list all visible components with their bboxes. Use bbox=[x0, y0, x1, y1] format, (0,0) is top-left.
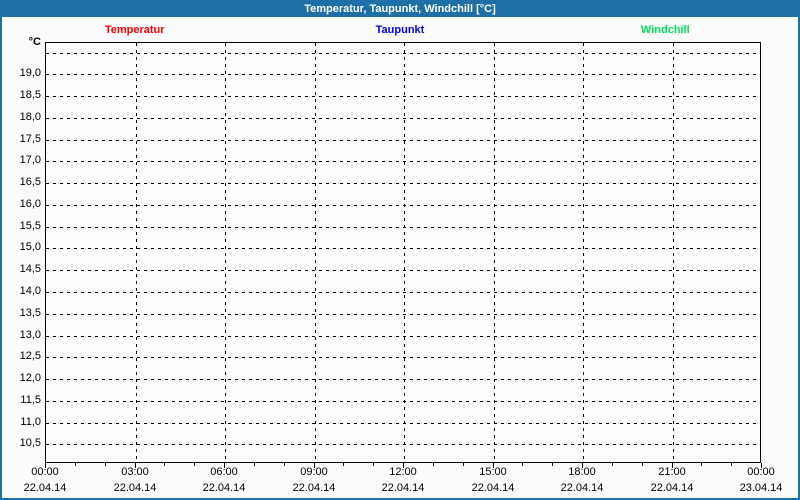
x-tick-time-label: 12:00 bbox=[371, 466, 435, 479]
x-tick-time-label: 18:00 bbox=[550, 466, 614, 479]
x-tick-date-label: 22.04.14 bbox=[103, 482, 167, 495]
y-tick-label: 14,0 bbox=[3, 284, 41, 298]
y-tick-label: 19,0 bbox=[3, 66, 41, 80]
legend-item-windchill: Windchill bbox=[533, 24, 798, 36]
y-gridline bbox=[46, 423, 760, 424]
y-tick-label: 10,5 bbox=[3, 436, 41, 450]
y-tick-label: 16,0 bbox=[3, 197, 41, 211]
chart-window: Temperatur, Taupunkt, Windchill [°C] Tem… bbox=[0, 0, 800, 500]
x-tick-time-label: 09:00 bbox=[282, 466, 346, 479]
y-tick-label: 18,0 bbox=[3, 110, 41, 124]
plot-area bbox=[45, 42, 761, 463]
legend-item-temperatur: Temperatur bbox=[2, 24, 267, 36]
x-tick-time-label: 00:00 bbox=[729, 466, 793, 479]
x-tick-date-label: 22.04.14 bbox=[13, 482, 77, 495]
legend: TemperaturTaupunktWindchill bbox=[2, 19, 798, 40]
y-tick-label: 15,5 bbox=[3, 219, 41, 233]
window-title: Temperatur, Taupunkt, Windchill [°C] bbox=[2, 2, 798, 17]
y-tick-label: 12,5 bbox=[3, 349, 41, 363]
y-gridline bbox=[46, 336, 760, 337]
x-tick-time-label: 00:00 bbox=[13, 466, 77, 479]
y-tick-label: 18,5 bbox=[3, 88, 41, 102]
y-gridline bbox=[46, 314, 760, 315]
y-gridline bbox=[46, 53, 760, 54]
x-tick-time-label: 21:00 bbox=[640, 466, 704, 479]
y-gridline bbox=[46, 96, 760, 97]
y-tick-label: 11,5 bbox=[3, 393, 41, 407]
y-gridline bbox=[46, 401, 760, 402]
x-gridline bbox=[494, 43, 495, 462]
y-tick-label: 14,5 bbox=[3, 262, 41, 276]
y-gridline bbox=[46, 357, 760, 358]
legend-item-taupunkt: Taupunkt bbox=[267, 24, 532, 36]
y-gridline bbox=[46, 379, 760, 380]
x-tick-date-label: 22.04.14 bbox=[461, 482, 525, 495]
x-tick-date-label: 23.04.14 bbox=[729, 482, 793, 495]
x-gridline bbox=[225, 43, 226, 462]
x-tick-time-label: 03:00 bbox=[103, 466, 167, 479]
y-tick-label: 17,0 bbox=[3, 153, 41, 167]
y-gridline bbox=[46, 140, 760, 141]
y-tick-label: 16,5 bbox=[3, 175, 41, 189]
y-tick-label: 17,5 bbox=[3, 132, 41, 146]
y-gridline bbox=[46, 292, 760, 293]
x-tick-date-label: 22.04.14 bbox=[550, 482, 614, 495]
x-tick-date-label: 22.04.14 bbox=[192, 482, 256, 495]
x-tick-date-label: 22.04.14 bbox=[282, 482, 346, 495]
y-axis-unit-label: °C bbox=[3, 35, 41, 49]
y-gridline bbox=[46, 74, 760, 75]
x-tick-date-label: 22.04.14 bbox=[640, 482, 704, 495]
y-gridline bbox=[46, 444, 760, 445]
x-tick-date-label: 22.04.14 bbox=[371, 482, 435, 495]
y-gridline bbox=[46, 183, 760, 184]
y-tick-label: 15,0 bbox=[3, 240, 41, 254]
y-gridline bbox=[46, 227, 760, 228]
y-tick-label: 12,0 bbox=[3, 371, 41, 385]
y-gridline bbox=[46, 248, 760, 249]
y-gridline bbox=[46, 118, 760, 119]
x-gridline bbox=[583, 43, 584, 462]
x-gridline bbox=[404, 43, 405, 462]
x-tick-time-label: 15:00 bbox=[461, 466, 525, 479]
y-gridline bbox=[46, 205, 760, 206]
y-tick-label: 13,0 bbox=[3, 328, 41, 342]
x-gridline bbox=[136, 43, 137, 462]
y-tick-label: 13,5 bbox=[3, 306, 41, 320]
x-gridline bbox=[315, 43, 316, 462]
x-gridline bbox=[673, 43, 674, 462]
y-tick-label: 11,0 bbox=[3, 415, 41, 429]
x-tick-time-label: 06:00 bbox=[192, 466, 256, 479]
y-gridline bbox=[46, 270, 760, 271]
y-gridline bbox=[46, 161, 760, 162]
